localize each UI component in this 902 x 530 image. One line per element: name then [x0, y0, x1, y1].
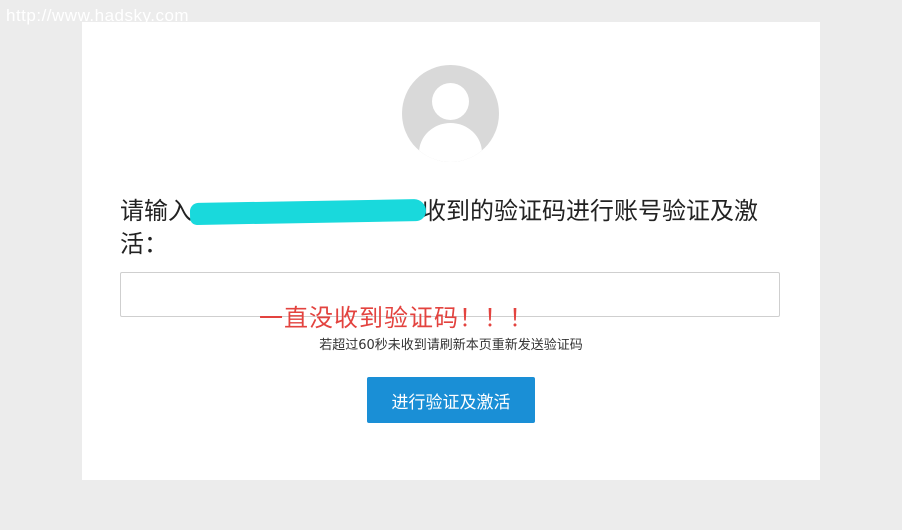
verification-prompt: 请输入 收到的验证码进行账号验证及激活： [120, 195, 785, 261]
resend-hint: 若超过60秒未收到请刷新本页重新发送验证码 [319, 338, 583, 353]
avatar-body [419, 123, 482, 162]
verification-card: 请输入 收到的验证码进行账号验证及激活： 一直没收到验证码！！！ 若超过60秒未收… [82, 22, 820, 480]
redacted-email-mark [189, 198, 427, 226]
default-avatar-icon [402, 65, 499, 162]
verify-activate-button[interactable]: 进行验证及激活 [367, 377, 535, 423]
prompt-text-before: 请输入 [120, 197, 192, 225]
watermark-text: http://www.hadsky.com [6, 6, 190, 25]
user-annotation: 一直没收到验证码！！！ [259, 304, 534, 332]
avatar-head [432, 83, 469, 120]
